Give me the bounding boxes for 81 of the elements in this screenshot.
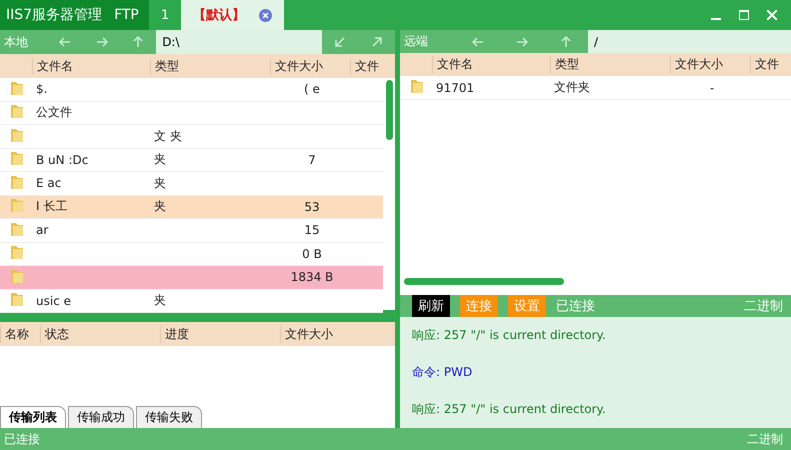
maximize-icon[interactable] — [739, 10, 749, 20]
scrollbar-thumb[interactable] — [386, 80, 392, 140]
column-header[interactable]: 文件大小 — [270, 58, 350, 74]
folder-icon — [10, 103, 24, 120]
file-row[interactable]: 1834 B — [0, 266, 383, 290]
folder-icon — [10, 174, 24, 190]
upload-arrow-icon[interactable] — [370, 36, 383, 48]
transfer-tab[interactable]: 传输列表 — [0, 406, 66, 428]
file-size: 53 — [303, 200, 321, 214]
log-line: 响应: 257 "/" is current directory. — [412, 327, 607, 344]
section-label: FTP — [114, 7, 139, 23]
file-type: 夹 — [153, 292, 167, 310]
connection-status: 已连接 — [556, 298, 595, 316]
file-size: 1834 B — [290, 270, 334, 284]
up-arrow-icon[interactable] — [132, 36, 144, 48]
app-title: IIS7服务器管理 — [6, 6, 102, 24]
file-size: 7 — [307, 152, 317, 167]
file-type: 夹 — [153, 174, 167, 192]
pane-label: 远端 — [403, 33, 429, 50]
column-header[interactable]: 文件大小 — [670, 56, 750, 74]
file-name: E ac — [35, 176, 62, 190]
session-tab[interactable]: 【默认】 — [181, 0, 284, 30]
column-header[interactable]: 文件大小 — [280, 326, 395, 342]
column-header[interactable]: 类型 — [150, 58, 270, 74]
folder-icon — [10, 150, 24, 166]
column-header[interactable]: 状态 — [40, 326, 160, 342]
file-type: 夹 — [153, 151, 167, 168]
up-arrow-icon[interactable] — [560, 36, 572, 48]
close-icon[interactable] — [767, 10, 777, 20]
column-header[interactable]: 文件 — [750, 56, 791, 74]
file-row[interactable]: usic e 夹 — [0, 290, 383, 313]
file-type: 夹 — [153, 198, 167, 216]
folder-icon — [10, 244, 24, 260]
column-header[interactable]: 文件 — [350, 58, 395, 74]
close-icon[interactable] — [259, 8, 272, 22]
file-type: 文 夹 — [153, 128, 183, 145]
column-header[interactable]: 进度 — [160, 326, 280, 342]
folder-icon — [10, 268, 24, 284]
log-line: 响应: 257 "/" is current directory. — [412, 401, 607, 418]
file-name: $. — [35, 82, 48, 96]
file-size: - — [708, 80, 716, 95]
transfer-mode: 二进制 — [744, 298, 784, 316]
file-size: ( e — [303, 82, 321, 96]
forward-arrow-icon[interactable] — [516, 36, 528, 48]
log-line: 命令: PWD — [412, 364, 474, 382]
file-row[interactable]: 公文件 — [0, 102, 383, 125]
file-row[interactable]: 0 B — [0, 242, 383, 266]
connection-status: 已连接 — [4, 430, 40, 448]
file-size: 15 — [303, 223, 321, 238]
column-header[interactable]: 类型 — [550, 56, 670, 74]
transfer-mode: 二进制 — [747, 430, 783, 448]
file-name: ar — [35, 223, 50, 238]
back-arrow-icon[interactable] — [472, 36, 484, 48]
file-size: 0 B — [301, 246, 323, 261]
column-header[interactable]: 文件名 — [432, 56, 550, 74]
horizontal-scrollbar[interactable] — [404, 278, 564, 285]
transfer-tab[interactable]: 传输成功 — [68, 406, 134, 428]
forward-arrow-icon[interactable] — [96, 36, 108, 48]
column-header[interactable]: 名称 — [0, 326, 40, 342]
file-name: 91701 — [435, 80, 476, 95]
toolbar-button[interactable]: 刷新 — [412, 295, 450, 318]
transfer-tab[interactable]: 传输失败 — [136, 406, 202, 428]
folder-icon — [10, 291, 24, 308]
path-field[interactable]: D:\ — [156, 30, 322, 54]
folder-icon — [10, 126, 24, 143]
download-arrow-icon[interactable] — [334, 36, 346, 48]
file-name: 公文件 — [35, 104, 73, 122]
file-row[interactable]: B uN :Dc 夹 7 — [0, 148, 383, 172]
column-header[interactable]: 文件名 — [32, 58, 150, 74]
pane-label: 本地 — [3, 34, 29, 50]
file-name: usic e — [35, 294, 72, 308]
folder-icon — [10, 220, 24, 237]
folder-icon — [410, 78, 424, 94]
back-arrow-icon[interactable] — [59, 36, 72, 48]
file-name: I 长工 — [35, 198, 68, 216]
file-row[interactable]: I 长工 夹 53 — [0, 196, 383, 219]
file-name: B uN :Dc — [35, 152, 90, 167]
folder-icon — [10, 197, 24, 214]
file-type: 文件夹 — [553, 79, 591, 96]
path-field[interactable]: / — [588, 30, 791, 54]
folder-icon — [10, 80, 24, 96]
